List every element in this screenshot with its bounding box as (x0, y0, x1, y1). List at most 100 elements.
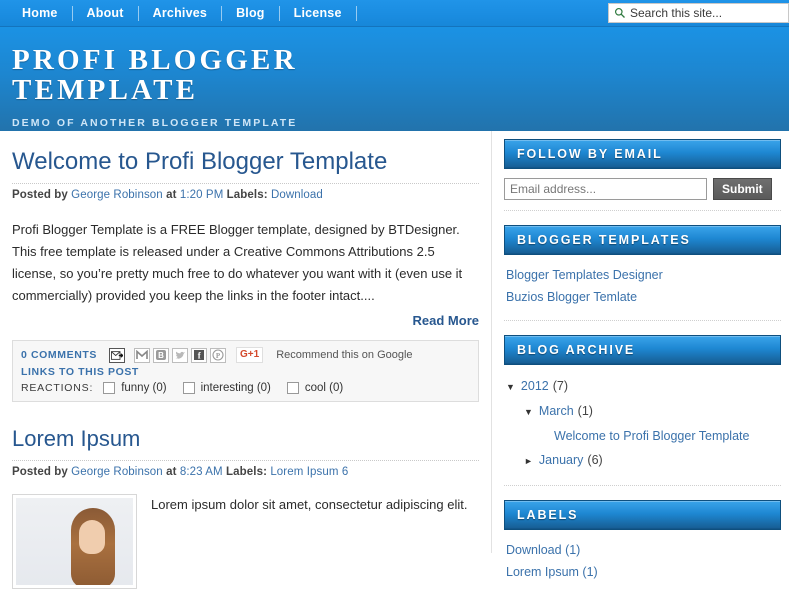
at-label: at (166, 466, 177, 478)
site-tagline: DEMO OF ANOTHER BLOGGER TEMPLATE (12, 117, 298, 129)
labels-label: Labels: (226, 189, 268, 201)
reaction-cool[interactable]: cool (0) (286, 382, 344, 394)
post-label-lorem-ipsum[interactable]: Lorem Ipsum 6 (270, 466, 348, 478)
main-content-column: Welcome to Profi Blogger Template Posted… (0, 131, 492, 589)
recommend-text: Recommend this on Google (276, 349, 413, 361)
google-plus-one-button[interactable]: G+1 (236, 347, 264, 363)
link-buzios-blogger-temlate[interactable]: Buzios Blogger Temlate (506, 286, 779, 308)
archive-month-count: (6) (587, 453, 603, 467)
read-more-link[interactable]: Read More (12, 313, 479, 328)
post-title[interactable]: Welcome to Profi Blogger Template (12, 147, 479, 177)
site-title[interactable]: PROFI BLOGGER TEMPLATE (12, 45, 432, 105)
post-footer-box: 0 COMMENTS B f P G+1 Recommend this on G… (12, 340, 479, 402)
widget-title: BLOGGER TEMPLATES (517, 233, 691, 247)
reaction-label: cool (0) (304, 382, 344, 394)
divider (12, 183, 479, 184)
thumbnail-image (16, 498, 133, 585)
post-body: Profi Blogger Template is a FREE Blogger… (12, 222, 463, 303)
checkbox-icon[interactable] (286, 382, 299, 394)
divider (12, 460, 479, 461)
widget-title: BLOG ARCHIVE (517, 343, 636, 357)
reaction-label: funny (0) (121, 382, 167, 394)
widget-blog-archive: BLOG ARCHIVE ▼ 2012 (7) ▼ March (1) Welc… (504, 335, 781, 486)
blogger-icon[interactable]: B (153, 347, 170, 363)
post-time[interactable]: 1:20 PM (180, 189, 224, 201)
post-meta: Posted by George Robinson at 1:20 PM Lab… (12, 189, 479, 201)
portrait-face-shape (79, 520, 105, 554)
label-download[interactable]: Download (1) (506, 539, 779, 561)
links-to-this-post[interactable]: LINKS TO THIS POST (21, 366, 470, 378)
pinterest-icon[interactable]: P (210, 347, 227, 363)
checkbox-icon[interactable] (103, 382, 116, 394)
site-search-box[interactable] (608, 3, 789, 23)
gmail-icon[interactable] (134, 347, 151, 363)
label-lorem-ipsum[interactable]: Lorem Ipsum (1) (506, 561, 779, 583)
share-icon-group: B f P (109, 347, 227, 363)
nav-item-blog[interactable]: Blog (222, 0, 279, 26)
post-meta: Posted by George Robinson at 8:23 AM Lab… (12, 466, 479, 478)
facebook-icon[interactable]: f (191, 347, 208, 363)
nav-item-license[interactable]: License (280, 0, 356, 26)
archive-month-row: ▼ March (1) (506, 399, 779, 424)
widget-body: ▼ 2012 (7) ▼ March (1) Welcome to Profi … (504, 365, 781, 475)
page-body: Welcome to Profi Blogger Template Posted… (0, 131, 789, 589)
archive-month-january[interactable]: January (539, 448, 583, 472)
post-title[interactable]: Lorem Ipsum (12, 424, 479, 454)
search-input[interactable] (630, 6, 780, 20)
divider (504, 485, 781, 486)
divider (504, 320, 781, 321)
widget-blogger-templates: BLOGGER TEMPLATES Blogger Templates Desi… (504, 225, 781, 321)
comments-link[interactable]: 0 COMMENTS (21, 349, 97, 361)
post-time[interactable]: 8:23 AM (180, 466, 223, 478)
sidebar: FOLLOW BY EMAIL Submit BLOGGER TEMPLATES… (492, 131, 789, 579)
reaction-interesting[interactable]: interesting (0) (182, 382, 271, 394)
labels-label: Labels: (226, 466, 268, 478)
nav-item-home[interactable]: Home (8, 0, 72, 26)
email-field[interactable] (504, 178, 707, 200)
svg-text:B: B (158, 351, 164, 360)
archive-post-welcome[interactable]: Welcome to Profi Blogger Template (554, 424, 749, 448)
nav-divider (355, 5, 357, 21)
archive-month-march[interactable]: March (539, 399, 574, 423)
widget-follow-by-email: FOLLOW BY EMAIL Submit (504, 139, 781, 211)
triangle-down-icon[interactable]: ▼ (524, 400, 533, 424)
post-thumbnail[interactable] (12, 494, 137, 589)
reactions-label: REACTIONS: (21, 382, 94, 394)
checkbox-icon[interactable] (182, 382, 195, 394)
widget-header: BLOGGER TEMPLATES (504, 225, 781, 255)
blog-post: Lorem Ipsum Posted by George Robinson at… (12, 402, 479, 589)
widget-title: FOLLOW BY EMAIL (517, 147, 663, 161)
reaction-funny[interactable]: funny (0) (103, 382, 167, 394)
widget-body: Download (1) Lorem Ipsum (1) (504, 530, 781, 585)
archive-year-row: ▼ 2012 (7) (506, 374, 779, 399)
widget-header: BLOG ARCHIVE (504, 335, 781, 365)
widget-header: LABELS (504, 500, 781, 530)
posted-by-label: Posted by (12, 189, 68, 201)
triangle-right-icon[interactable]: ► (524, 449, 533, 473)
twitter-icon[interactable] (172, 347, 189, 363)
widget-header: FOLLOW BY EMAIL (504, 139, 781, 169)
divider (504, 210, 781, 211)
reactions-row: REACTIONS: funny (0) interesting (0) coo… (21, 382, 470, 394)
post-label-download[interactable]: Download (271, 189, 323, 201)
archive-month-count: (1) (577, 404, 593, 418)
archive-post-row: Welcome to Profi Blogger Template (506, 424, 779, 448)
at-label: at (166, 189, 177, 201)
reaction-label: interesting (0) (200, 382, 271, 394)
post-author[interactable]: George Robinson (71, 189, 163, 201)
link-blogger-templates-designer[interactable]: Blogger Templates Designer (506, 264, 779, 286)
share-row: 0 COMMENTS B f P G+1 Recommend this on G… (21, 347, 470, 363)
archive-year-2012[interactable]: 2012 (521, 374, 549, 398)
email-post-icon[interactable] (109, 347, 126, 363)
widget-labels: LABELS Download (1) Lorem Ipsum (1) (504, 500, 781, 585)
archive-month-row: ► January (6) (506, 448, 779, 473)
nav-menu: Home About Archives Blog License (0, 0, 357, 26)
nav-item-about[interactable]: About (73, 0, 138, 26)
nav-item-archives[interactable]: Archives (139, 0, 221, 26)
triangle-down-icon[interactable]: ▼ (506, 375, 515, 399)
widget-body: Blogger Templates Designer Buzios Blogge… (504, 255, 781, 310)
post-author[interactable]: George Robinson (71, 466, 163, 478)
post-body: Lorem ipsum dolor sit amet, consectetur … (12, 494, 479, 589)
post-excerpt: Lorem ipsum dolor sit amet, consectetur … (151, 497, 468, 512)
submit-button[interactable]: Submit (713, 178, 772, 200)
